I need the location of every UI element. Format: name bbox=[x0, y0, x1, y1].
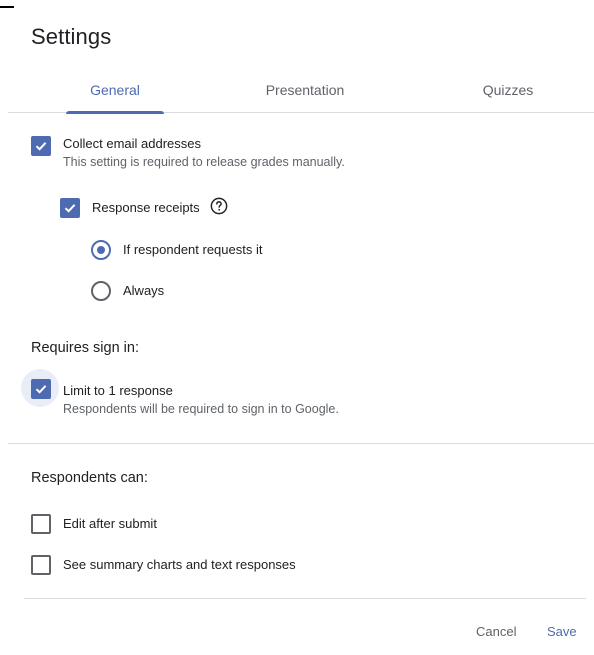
respondents-can-heading: Respondents can: bbox=[31, 470, 148, 486]
limit-one-response-text: Limit to 1 response Respondents will be … bbox=[63, 382, 339, 418]
limit-one-response-label: Limit to 1 response bbox=[63, 383, 173, 398]
cancel-button[interactable]: Cancel bbox=[476, 624, 516, 639]
response-receipts-checkbox[interactable] bbox=[60, 198, 80, 218]
checkmark-icon bbox=[35, 385, 47, 394]
response-receipts-text: Response receipts bbox=[92, 199, 200, 217]
checkmark-icon bbox=[64, 204, 76, 213]
receipt-option-requests-row: If respondent requests it bbox=[91, 240, 262, 260]
collect-email-description: This setting is required to release grad… bbox=[63, 155, 345, 169]
limit-one-response-row: Limit to 1 response Respondents will be … bbox=[31, 379, 339, 418]
see-summary-checkbox[interactable] bbox=[31, 555, 51, 575]
collect-email-text: Collect email addresses This setting is … bbox=[63, 135, 345, 171]
response-receipts-row: Response receipts bbox=[60, 197, 228, 218]
help-circle-icon[interactable] bbox=[210, 197, 228, 215]
receipt-option-always-radio[interactable] bbox=[91, 281, 111, 301]
edit-after-submit-checkbox[interactable] bbox=[31, 514, 51, 534]
dialog-title: Settings bbox=[31, 24, 112, 49]
response-receipts-label: Response receipts bbox=[92, 200, 200, 215]
tab-general[interactable]: General bbox=[66, 72, 164, 112]
receipt-option-always-label: Always bbox=[123, 283, 165, 298]
see-summary-label: See summary charts and text responses bbox=[63, 557, 296, 572]
settings-dialog: Settings General Presentation Quizzes Co… bbox=[0, 0, 594, 655]
collect-email-label: Collect email addresses bbox=[63, 136, 202, 151]
tab-quizzes[interactable]: Quizzes bbox=[448, 72, 568, 112]
section-divider bbox=[8, 443, 594, 444]
limit-one-response-checkbox[interactable] bbox=[31, 379, 51, 399]
see-summary-row: See summary charts and text responses bbox=[31, 555, 296, 575]
footer-divider bbox=[24, 598, 586, 599]
limit-one-response-description: Respondents will be required to sign in … bbox=[63, 402, 339, 416]
collect-email-row: Collect email addresses This setting is … bbox=[31, 136, 345, 171]
tab-presentation[interactable]: Presentation bbox=[240, 72, 370, 112]
receipt-option-requests-label: If respondent requests it bbox=[123, 242, 263, 257]
receipt-option-requests-radio[interactable] bbox=[91, 240, 111, 260]
settings-tabs: General Presentation Quizzes bbox=[8, 72, 594, 114]
edit-after-submit-row: Edit after submit bbox=[31, 514, 157, 534]
save-button[interactable]: Save bbox=[547, 624, 577, 639]
collect-email-checkbox[interactable] bbox=[31, 136, 51, 156]
active-tab-indicator bbox=[66, 111, 164, 114]
requires-sign-in-heading: Requires sign in: bbox=[31, 340, 139, 356]
checkmark-icon bbox=[35, 142, 47, 151]
receipt-option-always-row: Always bbox=[91, 281, 164, 301]
edit-after-submit-label: Edit after submit bbox=[63, 516, 157, 531]
